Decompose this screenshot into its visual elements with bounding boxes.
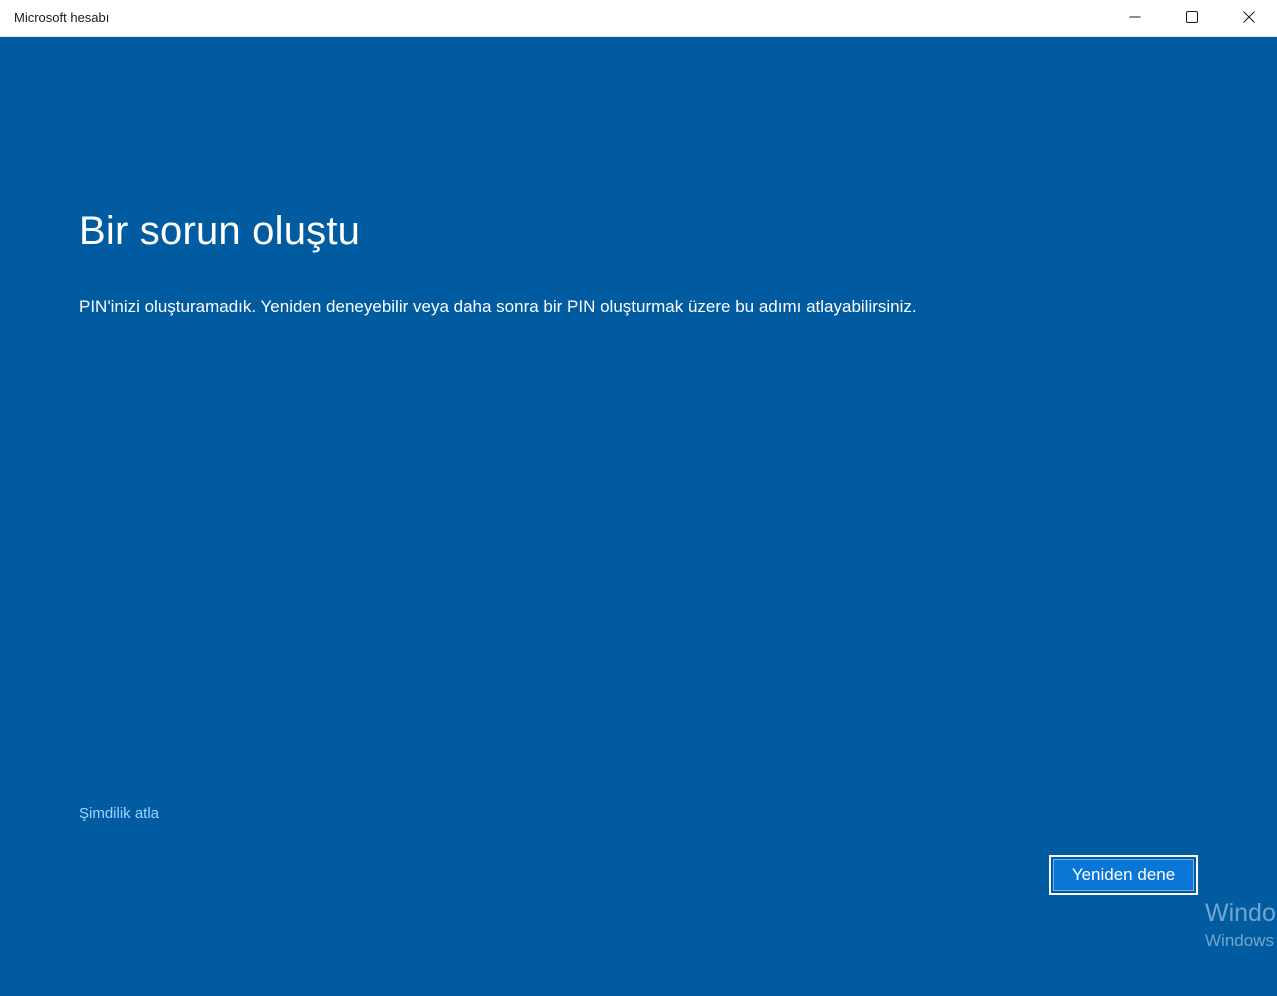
retry-button-label: Yeniden dene xyxy=(1053,859,1194,891)
close-icon xyxy=(1242,11,1255,23)
error-message: PIN'inizi oluşturamadık. Yeniden deneyeb… xyxy=(79,297,917,316)
app-window: Microsoft hesabı Bir sorun oluştu PIN'in… xyxy=(0,0,1277,996)
page-title: Bir sorun oluştu xyxy=(79,209,361,253)
watermark-line-2: Windows xyxy=(1205,931,1274,950)
activation-watermark: Windo Windows xyxy=(1205,897,1276,953)
minimize-icon xyxy=(1129,16,1140,18)
maximize-button[interactable] xyxy=(1163,0,1220,34)
close-button[interactable] xyxy=(1220,0,1277,34)
maximize-icon xyxy=(1185,11,1198,23)
retry-button[interactable]: Yeniden dene xyxy=(1049,855,1198,895)
skip-link[interactable]: Şimdilik atla xyxy=(79,805,159,822)
watermark-line-1: Windo xyxy=(1205,899,1276,927)
minimize-button[interactable] xyxy=(1106,0,1163,34)
window-controls xyxy=(1106,0,1277,36)
main-content: Bir sorun oluştu PIN'inizi oluşturamadık… xyxy=(0,37,1277,996)
title-bar[interactable]: Microsoft hesabı xyxy=(0,0,1277,37)
window-title: Microsoft hesabı xyxy=(14,10,110,25)
